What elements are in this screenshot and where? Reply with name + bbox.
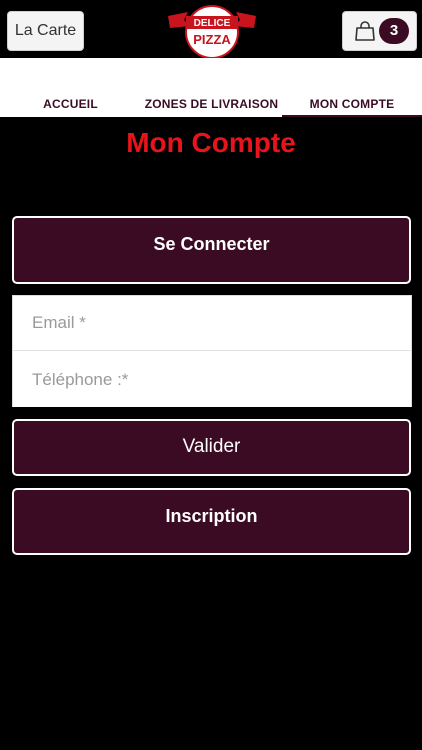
inscription-label: Inscription	[165, 506, 258, 526]
inscription-button[interactable]: Inscription	[12, 488, 411, 555]
delice-pizza-logo[interactable]: DELICE PIZZA	[166, 2, 258, 60]
login-form	[12, 295, 412, 407]
la-carte-button[interactable]: La Carte	[7, 11, 84, 51]
cart-button[interactable]: 3	[342, 11, 417, 51]
tab-zones-de-livraison[interactable]: ZONES DE LIVRAISON	[141, 97, 282, 115]
se-connecter-button[interactable]: Se Connecter	[12, 216, 411, 284]
valider-label: Valider	[182, 436, 241, 457]
shopping-bag-icon	[355, 21, 375, 41]
cart-count-badge: 3	[379, 18, 409, 44]
tab-mon-compte[interactable]: MON COMPTE	[282, 97, 422, 115]
page-title: Mon Compte	[126, 127, 296, 158]
top-bar: La Carte DELICE PIZZA 3	[0, 0, 422, 60]
email-field[interactable]	[13, 296, 411, 351]
tab-accueil[interactable]: ACCUEIL	[0, 97, 141, 115]
tab-bar: ACCUEIL ZONES DE LIVRAISON MON COMPTE	[0, 58, 422, 117]
logo-text-bottom: PIZZA	[193, 32, 231, 47]
valider-button[interactable]: Valider	[12, 419, 411, 476]
account-panel: Mon Compte Se Connecter Valider Inscript…	[0, 117, 422, 750]
logo-text-top: DELICE	[194, 18, 231, 29]
se-connecter-label: Se Connecter	[153, 234, 270, 254]
telephone-field[interactable]	[13, 352, 411, 407]
